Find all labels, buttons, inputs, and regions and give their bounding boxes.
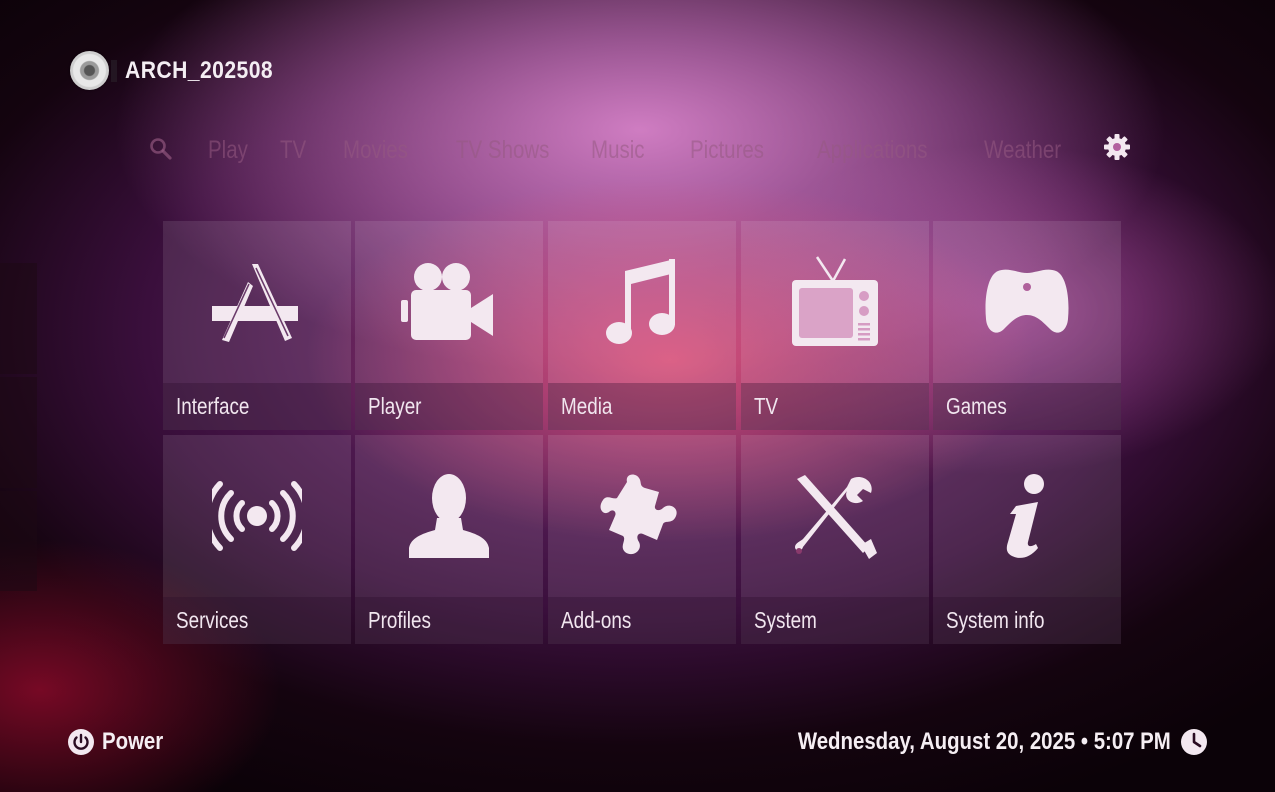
tile-label-bar: System info — [933, 597, 1121, 644]
nav-item-applications[interactable]: Applications — [817, 136, 928, 165]
tile-label-bar: Player — [355, 383, 543, 430]
datetime-text: Wednesday, August 20, 2025 • 5:07 PM — [798, 728, 1171, 755]
tile-label: Profiles — [368, 607, 431, 633]
user-icon — [409, 474, 489, 558]
tile-label-bar: Services — [163, 597, 351, 644]
tile-label: Media — [561, 393, 613, 419]
television-icon — [792, 256, 878, 346]
tile-label: TV — [754, 393, 779, 419]
tile-label: Games — [946, 393, 1007, 419]
tile-label-bar: TV — [741, 383, 929, 430]
tile-label-bar: Add-ons — [548, 597, 736, 644]
side-tab-1[interactable] — [0, 263, 37, 374]
tile-label: Services — [176, 607, 249, 633]
power-label: Power — [102, 728, 164, 755]
tile-player[interactable]: Player — [355, 221, 543, 430]
tile-label: System info — [946, 607, 1045, 633]
broadcast-icon — [212, 481, 302, 551]
tile-label-bar: Media — [548, 383, 736, 430]
clock: Wednesday, August 20, 2025 • 5:07 PM — [732, 728, 1207, 756]
tile-media[interactable]: Media — [548, 221, 736, 430]
tile-label-bar: Profiles — [355, 597, 543, 644]
profile-header[interactable]: ARCH_202508 — [70, 51, 293, 90]
tools-icon — [795, 475, 877, 559]
nav-item-movies[interactable]: Movies — [343, 136, 408, 165]
side-tab-3[interactable] — [0, 491, 37, 591]
nav-item-weather[interactable]: Weather — [984, 136, 1061, 165]
tile-label-bar: Games — [933, 383, 1121, 430]
gamepad-icon — [985, 269, 1069, 333]
tile-interface[interactable]: Interface — [163, 221, 351, 430]
tile-tv[interactable]: TV — [741, 221, 929, 430]
main-menu: Play TV Movies TV Shows Music Pictures A… — [0, 130, 1275, 174]
clock-icon — [1181, 729, 1207, 755]
tile-system[interactable]: System — [741, 435, 929, 644]
nav-item-play[interactable]: Play — [208, 136, 248, 165]
power-icon — [68, 729, 94, 755]
tile-games[interactable]: Games — [933, 221, 1121, 430]
tile-system-info[interactable]: System info — [933, 435, 1121, 644]
tile-label-bar: System — [741, 597, 929, 644]
side-tab-2[interactable] — [0, 377, 37, 488]
nav-item-tv[interactable]: TV — [280, 136, 306, 165]
tile-profiles[interactable]: Profiles — [355, 435, 543, 644]
app-store-icon — [212, 264, 298, 342]
tile-label: Add-ons — [561, 607, 632, 633]
tile-add-ons[interactable]: Add-ons — [548, 435, 736, 644]
tile-services[interactable]: Services — [163, 435, 351, 644]
video-camera-icon — [401, 263, 493, 340]
disc-icon — [70, 51, 109, 90]
tile-label: Interface — [176, 393, 250, 419]
search-icon[interactable] — [148, 136, 174, 162]
nav-item-music[interactable]: Music — [591, 136, 645, 165]
tile-label: System — [754, 607, 817, 633]
power-button[interactable]: Power — [68, 728, 174, 756]
profile-name: ARCH_202508 — [125, 56, 274, 84]
tile-label: Player — [368, 393, 422, 419]
logo-divider — [111, 59, 117, 82]
music-note-icon — [606, 259, 675, 344]
tile-label-bar: Interface — [163, 383, 351, 430]
gear-icon[interactable] — [1102, 132, 1132, 162]
info-icon — [1006, 474, 1044, 558]
nav-item-tv-shows[interactable]: TV Shows — [456, 136, 549, 165]
nav-item-pictures[interactable]: Pictures — [690, 136, 764, 165]
puzzle-icon — [600, 474, 677, 555]
